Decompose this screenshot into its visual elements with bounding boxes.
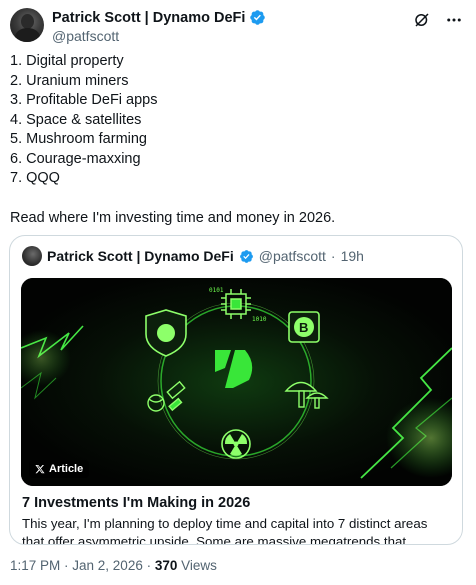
list-item: 3. Profitable DeFi apps <box>10 92 158 108</box>
views-label: Views <box>181 558 217 573</box>
author-display-name[interactable]: Patrick Scott | Dynamo DeFi <box>52 10 245 26</box>
tweet-timestamp[interactable]: 1:17 PM · Jan 2, 2026 · <box>10 558 151 573</box>
author-name-row[interactable]: Patrick Scott | Dynamo DeFi <box>52 9 266 26</box>
quote-header[interactable]: Patrick Scott | Dynamo DeFi @patfscott ·… <box>22 246 364 266</box>
quoted-article-card[interactable]: Patrick Scott | Dynamo DeFi @patfscott ·… <box>9 235 463 545</box>
list-item: 7. QQQ <box>10 170 60 186</box>
x-logo-icon <box>35 464 45 474</box>
verified-badge-icon <box>239 249 253 263</box>
quote-avatar[interactable] <box>22 246 42 266</box>
tweet-meta: 1:17 PM · Jan 2, 2026 · 370 Views <box>10 558 217 573</box>
more-options-icon[interactable] <box>444 10 464 30</box>
list-item: 2. Uranium miners <box>10 72 129 89</box>
tweet-text: 1. Digital property 2. Uranium miners 3.… <box>10 52 465 228</box>
article-description: This year, I'm planning to deploy time a… <box>22 516 428 545</box>
list-item: 1. Digital property <box>10 53 124 69</box>
verified-badge-icon <box>250 10 266 25</box>
svg-text:B: B <box>299 320 308 335</box>
article-title[interactable]: 7 Investments I'm Making in 2026 <box>22 495 250 511</box>
svg-text:0101: 0101 <box>209 287 224 294</box>
list-item: 6. Courage-maxxing <box>10 150 141 167</box>
views-count: 370 <box>154 558 178 573</box>
list-item: 5. Mushroom farming <box>10 131 147 147</box>
grok-icon[interactable] <box>412 10 432 30</box>
article-cover-image[interactable]: B 0101 1010 Article <box>21 278 452 486</box>
article-tag: Article <box>29 460 90 478</box>
quote-time[interactable]: 19h <box>341 248 364 264</box>
quote-handle[interactable]: @patfscott <box>259 248 326 264</box>
author-avatar[interactable] <box>10 8 44 42</box>
quote-display-name[interactable]: Patrick Scott | Dynamo DeFi <box>47 248 234 264</box>
tweet-closing-line: Read where I'm investing time and money … <box>10 209 336 226</box>
article-tag-label: Article <box>49 463 84 475</box>
author-handle[interactable]: @patfscott <box>52 28 119 44</box>
separator: · <box>330 248 336 264</box>
list-item: 4. Space & satellites <box>10 111 142 128</box>
svg-text:1010: 1010 <box>252 316 267 323</box>
